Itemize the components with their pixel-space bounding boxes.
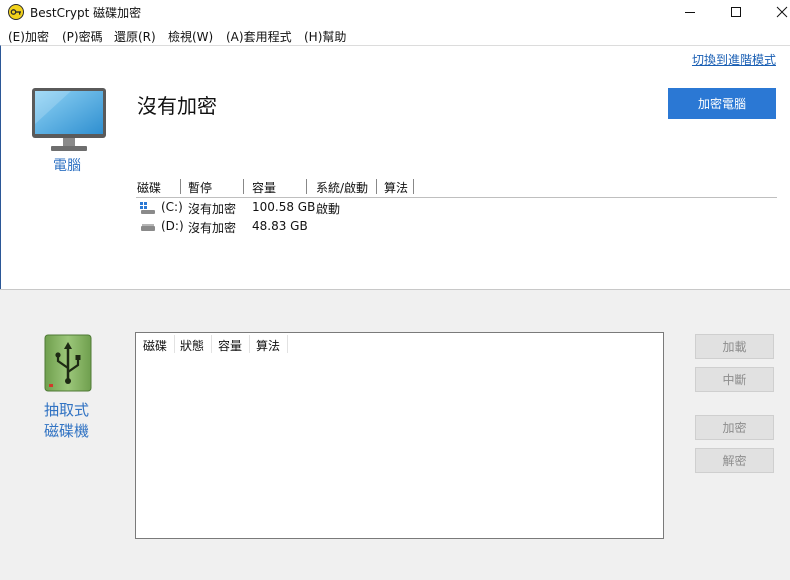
column-divider[interactable] — [174, 335, 175, 353]
column-disk[interactable]: 磁碟 — [137, 179, 161, 196]
menu-help[interactable]: (H)幫助 — [304, 28, 346, 45]
disk-table-header: 磁碟 暫停 容量 系統/啟動 算法 — [136, 177, 777, 198]
computer-pane: 切換到進階模式 電腦 沒有加密 加密電腦 磁碟 暫停 容量 系統/啟動 算法 (… — [0, 45, 790, 290]
column-divider[interactable] — [376, 179, 377, 194]
column-divider[interactable] — [180, 179, 181, 194]
close-button[interactable] — [759, 0, 790, 24]
column-algorithm[interactable]: 算法 — [256, 337, 280, 354]
column-capacity[interactable]: 容量 — [218, 337, 242, 354]
column-disk[interactable]: 磁碟 — [143, 337, 167, 354]
removable-label-line2: 磁碟機 — [44, 422, 90, 440]
disk-row-d[interactable]: (D:) 沒有加密 48.83 GB — [136, 218, 777, 236]
windows-drive-icon — [140, 202, 155, 214]
drive-icon — [141, 224, 155, 231]
column-system-boot[interactable]: 系統/啟動 — [316, 179, 368, 196]
usb-drive-icon — [44, 334, 92, 392]
decrypt-drive-button[interactable]: 解密 — [695, 448, 774, 473]
menu-encrypt[interactable]: (E)加密 — [8, 28, 49, 45]
title-bar: BestCrypt 磁碟加密 — [0, 0, 790, 24]
column-capacity[interactable]: 容量 — [252, 179, 276, 196]
column-divider[interactable] — [249, 335, 250, 353]
unmount-button[interactable]: 中斷 — [695, 367, 774, 392]
computer-monitor-icon — [32, 88, 106, 151]
minimize-icon — [685, 12, 695, 13]
column-divider[interactable] — [413, 179, 414, 194]
column-divider[interactable] — [243, 179, 244, 194]
minimize-button[interactable] — [667, 0, 713, 24]
maximize-button[interactable] — [713, 0, 759, 24]
removable-drives-list[interactable]: 磁碟 狀態 容量 算法 — [135, 332, 664, 539]
menu-applications[interactable]: (A)套用程式 — [226, 28, 292, 45]
encryption-status-title: 沒有加密 — [137, 94, 217, 118]
removable-drives-label: 抽取式 磁碟機 — [44, 400, 89, 442]
column-state[interactable]: 狀態 — [180, 337, 204, 354]
menu-password[interactable]: (P)密碼 — [62, 28, 103, 45]
column-divider[interactable] — [287, 335, 288, 353]
advanced-mode-link[interactable]: 切換到進階模式 — [692, 51, 776, 68]
drive-capacity: 48.83 GB — [252, 219, 308, 233]
drive-letter: (D:) — [161, 219, 184, 233]
removable-pane: 抽取式 磁碟機 磁碟 狀態 容量 算法 加載 中斷 加密 解密 — [0, 296, 790, 580]
drive-capacity: 100.58 GB — [252, 200, 316, 214]
encrypt-drive-button[interactable]: 加密 — [695, 415, 774, 440]
removable-table-header: 磁碟 狀態 容量 算法 — [136, 333, 663, 355]
menu-restore[interactable]: 還原(R) — [114, 28, 156, 45]
drive-status: 沒有加密 — [188, 202, 237, 216]
bestcrypt-logo-icon — [8, 4, 24, 20]
mount-button[interactable]: 加載 — [695, 334, 774, 359]
close-icon — [776, 6, 788, 18]
maximize-icon — [731, 7, 741, 17]
column-pause[interactable]: 暫停 — [188, 179, 212, 196]
removable-label-line1: 抽取式 — [44, 401, 90, 419]
window-title: BestCrypt 磁碟加密 — [30, 6, 142, 20]
drive-status: 沒有加密 — [188, 221, 237, 235]
column-algorithm[interactable]: 算法 — [384, 179, 408, 196]
encrypt-computer-button[interactable]: 加密電腦 — [668, 88, 776, 119]
drive-letter: (C:) — [161, 200, 183, 214]
menu-bar: (E)加密 (P)密碼 還原(R) 檢視(W) (A)套用程式 (H)幫助 — [0, 26, 790, 46]
menu-view[interactable]: 檢視(W) — [168, 28, 213, 45]
column-divider[interactable] — [306, 179, 307, 194]
drive-boot: 啟動 — [316, 202, 341, 216]
computer-label: 電腦 — [53, 158, 81, 174]
column-divider[interactable] — [211, 335, 212, 353]
disk-row-c[interactable]: (C:) 沒有加密 100.58 GB 啟動 — [136, 199, 777, 217]
